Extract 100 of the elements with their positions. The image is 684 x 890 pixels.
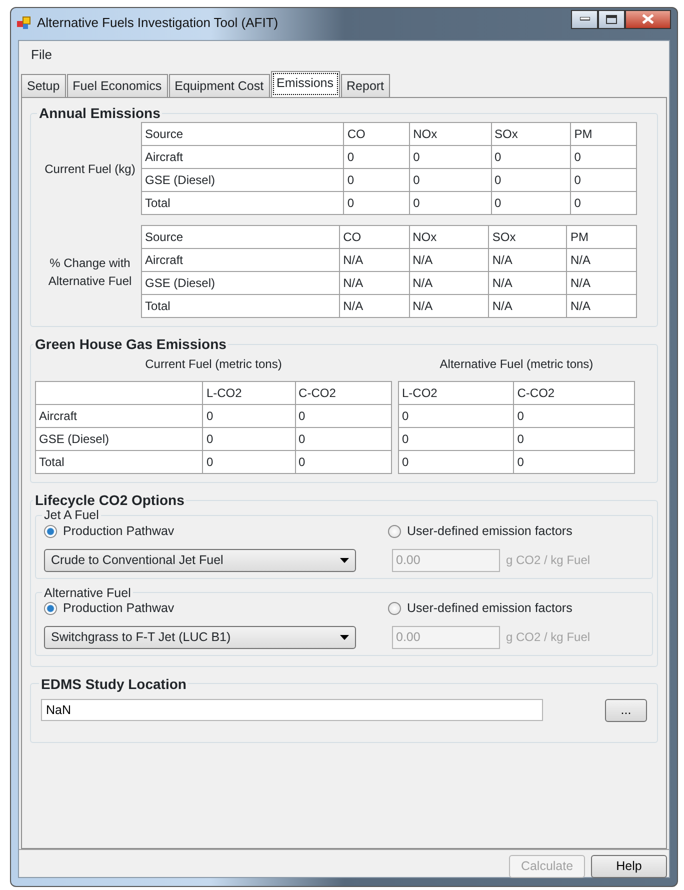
table-cell: 0 xyxy=(570,192,636,215)
table-caption: Current Fuel (metric tons) xyxy=(144,356,283,374)
table-cell: N/A xyxy=(488,294,567,318)
table-cell: 0 xyxy=(410,192,492,215)
column-header: C-CO2 xyxy=(514,382,634,405)
table-cell: N/A xyxy=(566,248,636,272)
table-cell: 0 xyxy=(344,146,410,169)
table-cell: N/A xyxy=(409,248,489,272)
table-cell: 0 xyxy=(398,428,514,451)
column-header: L-CO2 xyxy=(398,382,514,405)
caret-icon xyxy=(340,558,349,562)
row-label: Current Fuel (kg) xyxy=(44,160,136,178)
group-label: Alternative Fuel xyxy=(43,586,132,599)
option-label: User-defined emission factors xyxy=(407,522,572,540)
table-cell: 0 xyxy=(410,168,492,192)
table-cell: 0 xyxy=(570,168,636,192)
table-cell: N/A xyxy=(409,272,489,295)
pathway-dropdown[interactable]: Switchgrass to F-T Jet (LUC B1) xyxy=(44,626,356,649)
table-cell: 0 xyxy=(295,404,392,428)
unit-label: g CO2 / kg Fuel xyxy=(506,552,590,569)
table-cell: 0 xyxy=(202,404,296,428)
minimize-icon xyxy=(580,17,590,21)
column-header: C-CO2 xyxy=(295,382,392,405)
column-header: SOx xyxy=(488,226,567,249)
table-cell: Total xyxy=(142,192,344,215)
table-cell: N/A xyxy=(566,294,636,318)
column-header: Source xyxy=(142,226,340,249)
tab[interactable]: Report xyxy=(340,74,390,98)
pathway-dropdown[interactable]: Crude to Conventional Jet Fuel xyxy=(44,548,356,572)
table-cell: N/A xyxy=(488,248,567,272)
table-cell: Aircraft xyxy=(142,146,344,169)
row-label: % Change with Alternative Fuel xyxy=(47,254,133,290)
table-cell: 0 xyxy=(410,146,492,169)
column-header: Source xyxy=(142,122,344,146)
column-header: PM xyxy=(566,226,636,249)
table-cell: Total xyxy=(142,294,340,318)
option-label: Production Pathwav xyxy=(63,522,174,540)
table-cell: 0 xyxy=(295,450,392,474)
menu-item[interactable]: File xyxy=(19,41,64,68)
column-header: CO xyxy=(340,226,410,249)
table-caption: Alternative Fuel (metric tons) xyxy=(438,356,594,374)
radio-button[interactable] xyxy=(388,524,401,538)
group-label: Jet A Fuel xyxy=(43,509,100,522)
table-cell: GSE (Diesel) xyxy=(142,168,344,192)
table-cell: N/A xyxy=(340,248,410,272)
table-cell: N/A xyxy=(340,272,410,295)
table-cell: N/A xyxy=(566,272,636,295)
help-button[interactable]: Help xyxy=(591,855,667,878)
path-field[interactable]: NaN xyxy=(41,699,543,722)
table-cell: GSE (Diesel) xyxy=(36,428,203,451)
tab[interactable]: Equipment Cost xyxy=(168,74,270,98)
browse-button[interactable]: ... xyxy=(605,698,647,722)
table-cell: N/A xyxy=(488,272,567,295)
window-title: Alternative Fuels Investigation Tool (AFIT) xyxy=(37,14,278,32)
table-cell: 0 xyxy=(344,192,410,215)
table-cell: 0 xyxy=(398,450,514,474)
table-cell: Aircraft xyxy=(36,404,203,428)
table-cell: 0 xyxy=(514,450,634,474)
group-title: EDMS Study Location xyxy=(40,676,188,691)
group-title: Green House Gas Emissions xyxy=(34,337,228,352)
radio-button[interactable] xyxy=(388,602,401,615)
column-header: CO xyxy=(344,122,410,146)
unit-label: g CO2 / kg Fuel xyxy=(506,629,590,646)
table-cell: N/A xyxy=(340,294,410,318)
column-header: NOx xyxy=(410,122,492,146)
table-cell: 0 xyxy=(514,404,634,428)
table-cell: 0 xyxy=(295,428,392,451)
table-cell: 0 xyxy=(491,146,571,169)
group-title: Annual Emissions xyxy=(38,106,162,120)
column-header: L-CO2 xyxy=(202,382,296,405)
table-cell: 0 xyxy=(202,428,296,451)
group-title: Lifecycle CO2 Options xyxy=(34,493,186,508)
tab[interactable]: Setup xyxy=(21,74,66,98)
column-header: NOx xyxy=(409,226,489,249)
option-label: User-defined emission factors xyxy=(407,600,572,617)
table-cell: 0 xyxy=(398,404,514,428)
maximize-icon xyxy=(606,14,617,24)
table-cell: 0 xyxy=(491,168,571,192)
minimize-button[interactable] xyxy=(571,10,598,28)
table-cell: 0 xyxy=(491,192,571,215)
table-cell: 0 xyxy=(570,146,636,169)
table-cell: 0 xyxy=(202,450,296,474)
table-cell: Total xyxy=(36,450,203,474)
radio-button[interactable] xyxy=(44,524,57,538)
table-cell: 0 xyxy=(344,168,410,192)
caret-icon xyxy=(340,634,349,640)
option-label: Production Pathwav xyxy=(63,600,174,617)
column-header: SOx xyxy=(491,122,571,146)
close-icon xyxy=(642,14,654,24)
close-button[interactable] xyxy=(625,10,671,28)
app-icon xyxy=(17,16,31,30)
column-header: PM xyxy=(570,122,636,146)
table-cell: GSE (Diesel) xyxy=(142,272,340,295)
radio-button[interactable] xyxy=(44,602,57,615)
tab[interactable]: Emissions xyxy=(270,70,340,98)
table-cell: N/A xyxy=(409,294,489,318)
table-cell: 0 xyxy=(514,428,634,451)
maximize-button[interactable] xyxy=(598,10,625,28)
table-cell: Aircraft xyxy=(142,248,340,272)
tab[interactable]: Fuel Economics xyxy=(66,74,168,98)
